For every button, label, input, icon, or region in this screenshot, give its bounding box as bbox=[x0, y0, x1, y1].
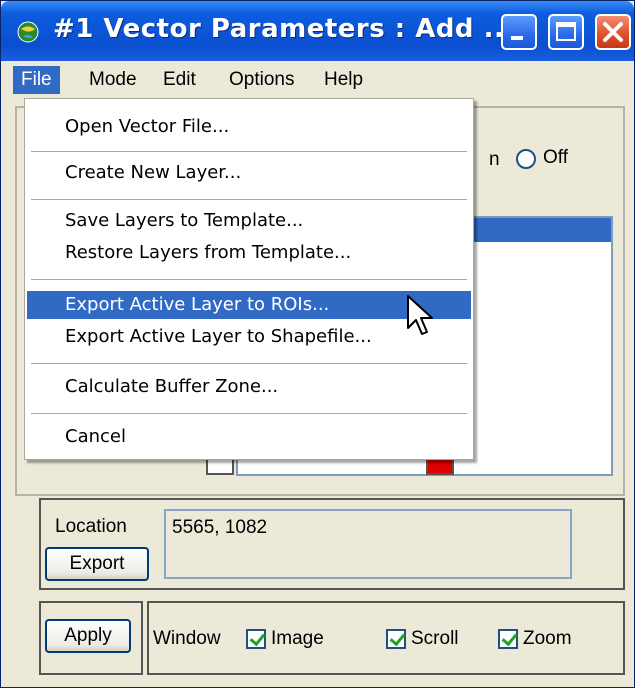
menu-calculate-buffer-zone[interactable]: Calculate Buffer Zone... bbox=[27, 373, 471, 401]
location-label: Location bbox=[55, 516, 127, 537]
radio-partial-label: n bbox=[489, 149, 500, 170]
menu-restore-layers-template[interactable]: Restore Layers from Template... bbox=[27, 239, 471, 267]
location-field[interactable]: 5565, 1082 bbox=[164, 509, 572, 579]
vector-parameters-window: #1 Vector Parameters : Add ... File Mode… bbox=[0, 0, 635, 688]
menu-options[interactable]: Options bbox=[221, 66, 302, 94]
menu-separator bbox=[31, 151, 467, 153]
zoom-checkbox[interactable] bbox=[498, 629, 518, 649]
menu-separator bbox=[31, 199, 467, 201]
window-title: #1 Vector Parameters : Add ... bbox=[53, 14, 515, 44]
mouse-cursor-icon bbox=[407, 295, 433, 335]
minimize-icon bbox=[511, 36, 523, 40]
scroll-checkbox[interactable] bbox=[386, 629, 406, 649]
image-checkbox-label: Image bbox=[271, 628, 324, 649]
menu-save-layers-template[interactable]: Save Layers to Template... bbox=[27, 207, 471, 235]
minimize-button[interactable] bbox=[501, 14, 537, 50]
file-menu-dropdown: Open Vector File... Create New Layer... … bbox=[24, 98, 474, 460]
zoom-checkbox-label: Zoom bbox=[523, 628, 572, 649]
menu-cancel[interactable]: Cancel bbox=[27, 423, 471, 451]
export-button[interactable]: Export bbox=[45, 547, 149, 581]
menu-mode[interactable]: Mode bbox=[81, 66, 145, 94]
menu-bar: File Mode Edit Options Help bbox=[1, 61, 634, 99]
maximize-icon bbox=[556, 22, 576, 41]
close-button[interactable] bbox=[595, 14, 631, 50]
menu-file[interactable]: File bbox=[13, 66, 60, 94]
location-value: 5565, 1082 bbox=[172, 517, 268, 538]
image-checkbox[interactable] bbox=[246, 629, 266, 649]
scroll-checkbox-label: Scroll bbox=[411, 628, 459, 649]
menu-help[interactable]: Help bbox=[316, 66, 371, 94]
menu-open-vector-file[interactable]: Open Vector File... bbox=[27, 113, 471, 141]
apply-button[interactable]: Apply bbox=[45, 619, 131, 653]
title-bar[interactable]: #1 Vector Parameters : Add ... bbox=[1, 1, 634, 61]
radio-off[interactable] bbox=[516, 149, 536, 169]
maximize-button[interactable] bbox=[548, 14, 584, 50]
globe-icon bbox=[17, 21, 39, 43]
menu-separator bbox=[31, 413, 467, 415]
radio-off-label: Off bbox=[543, 147, 568, 168]
menu-create-new-layer[interactable]: Create New Layer... bbox=[27, 159, 471, 187]
menu-export-rois[interactable]: Export Active Layer to ROIs... bbox=[27, 291, 471, 319]
menu-edit[interactable]: Edit bbox=[155, 66, 204, 94]
menu-export-shapefile[interactable]: Export Active Layer to Shapefile... bbox=[27, 323, 471, 351]
window-label: Window bbox=[153, 628, 221, 649]
menu-separator bbox=[31, 279, 467, 281]
close-icon bbox=[603, 22, 623, 42]
menu-separator bbox=[31, 363, 467, 365]
